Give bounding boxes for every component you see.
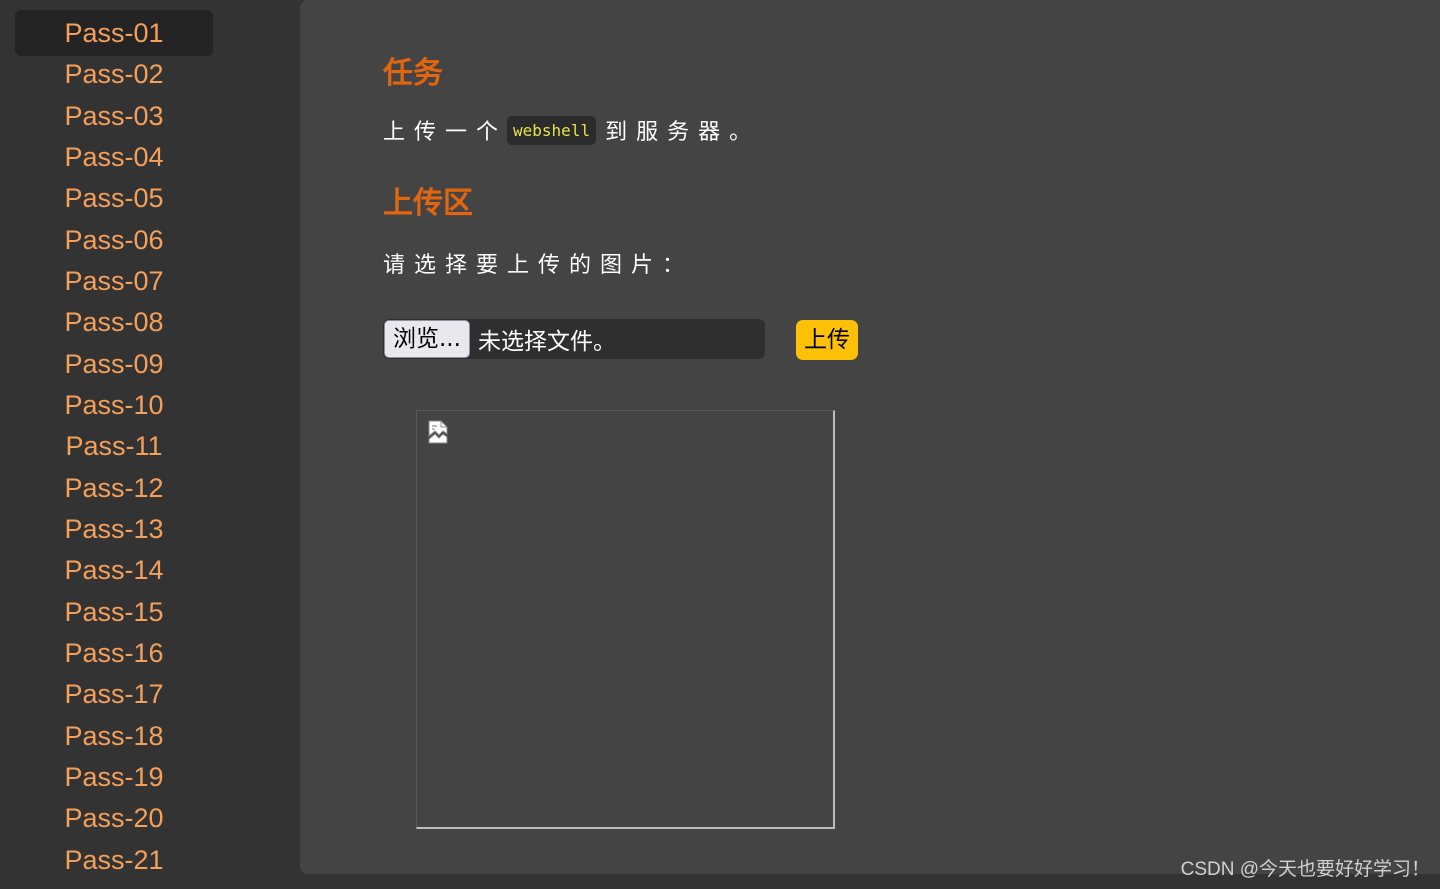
sidebar-item-pass-14[interactable]: Pass-14 xyxy=(15,547,213,593)
sidebar-item-pass-05[interactable]: Pass-05 xyxy=(15,175,213,221)
image-preview xyxy=(416,410,835,829)
sidebar-item-pass-18[interactable]: Pass-18 xyxy=(15,713,213,759)
sidebar-item-pass-04[interactable]: Pass-04 xyxy=(15,134,213,180)
sidebar-item-pass-21[interactable]: Pass-21 xyxy=(15,837,213,883)
broken-image-icon xyxy=(427,420,449,448)
upload-heading: 上传区 xyxy=(383,186,473,221)
sidebar-item-pass-11[interactable]: Pass-11 xyxy=(15,423,213,469)
sidebar-item-pass-17[interactable]: Pass-17 xyxy=(15,671,213,717)
webshell-code: webshell xyxy=(507,115,597,145)
sidebar-item-pass-08[interactable]: Pass-08 xyxy=(15,299,213,345)
sidebar-item-pass-19[interactable]: Pass-19 xyxy=(15,754,213,800)
sidebar-item-pass-09[interactable]: Pass-09 xyxy=(15,341,213,387)
sidebar-item-pass-16[interactable]: Pass-16 xyxy=(15,630,213,676)
sidebar: Pass-01 Pass-02 Pass-03 Pass-04 Pass-05 … xyxy=(0,0,300,889)
file-input[interactable]: 浏览... 未选择文件。 xyxy=(383,319,765,359)
main-panel: 任务 上传一个 webshell 到服务器。 上传区 请选择要上传的图片： 浏览… xyxy=(300,0,1440,874)
sidebar-item-pass-15[interactable]: Pass-15 xyxy=(15,589,213,635)
browse-button[interactable]: 浏览... xyxy=(384,320,470,358)
sidebar-item-pass-07[interactable]: Pass-07 xyxy=(15,258,213,304)
sidebar-item-pass-03[interactable]: Pass-03 xyxy=(15,93,213,139)
task-heading: 任务 xyxy=(383,56,443,91)
sidebar-item-pass-06[interactable]: Pass-06 xyxy=(15,217,213,263)
select-image-prompt: 请选择要上传的图片： xyxy=(383,253,694,278)
upload-button[interactable]: 上传 xyxy=(796,320,858,360)
sidebar-item-pass-20[interactable]: Pass-20 xyxy=(15,795,213,841)
sidebar-item-pass-02[interactable]: Pass-02 xyxy=(15,51,213,97)
task-text-before: 上传一个 xyxy=(383,120,508,145)
sidebar-item-pass-10[interactable]: Pass-10 xyxy=(15,382,213,428)
task-description: 上传一个 webshell 到服务器。 xyxy=(383,114,760,146)
sidebar-item-pass-01[interactable]: Pass-01 xyxy=(15,10,213,56)
sidebar-item-pass-12[interactable]: Pass-12 xyxy=(15,465,213,511)
csdn-watermark: CSDN @今天也要好好学习！ xyxy=(1180,859,1430,880)
task-text-after: 到服务器。 xyxy=(605,120,761,145)
sidebar-item-pass-13[interactable]: Pass-13 xyxy=(15,506,213,552)
file-status-text: 未选择文件。 xyxy=(477,329,616,355)
